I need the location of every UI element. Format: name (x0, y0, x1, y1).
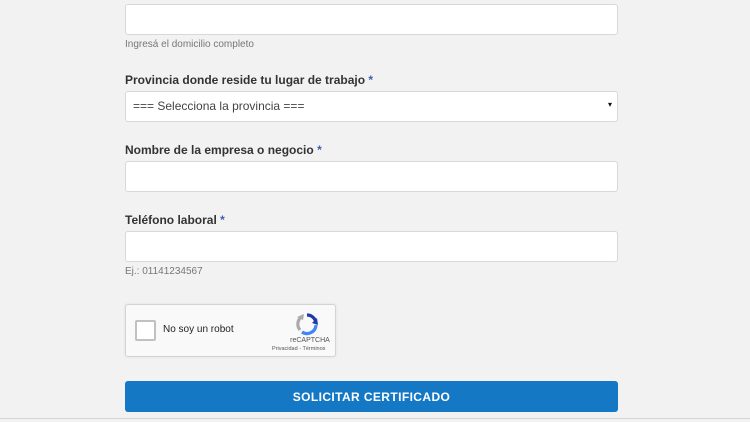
company-label-text: Nombre de la empresa o negocio (125, 143, 314, 157)
submit-button[interactable]: SOLICITAR CERTIFICADO (125, 381, 618, 412)
province-label: Provincia donde reside tu lugar de traba… (125, 73, 373, 87)
captcha-checkbox[interactable] (135, 320, 156, 341)
address-input[interactable] (125, 4, 618, 35)
address-help-text: Ingresá el domicilio completo (125, 39, 254, 50)
recaptcha-widget: No soy un robot reCAPTCHA Privacidad - T… (125, 304, 336, 357)
province-select[interactable]: === Selecciona la provincia === ▾ (125, 91, 618, 122)
province-label-text: Provincia donde reside tu lugar de traba… (125, 73, 366, 87)
recaptcha-links: Privacidad - Términos (272, 346, 325, 352)
terms-link[interactable]: Términos (302, 346, 325, 352)
phone-help-text: Ej.: 01141234567 (125, 266, 203, 277)
required-marker: * (317, 143, 322, 157)
company-label: Nombre de la empresa o negocio * (125, 143, 322, 157)
phone-label-text: Teléfono laboral (125, 213, 217, 227)
province-selected-value: === Selecciona la provincia === (133, 99, 305, 113)
required-marker: * (220, 213, 225, 227)
phone-input[interactable] (125, 231, 618, 262)
phone-label: Teléfono laboral * (125, 213, 225, 227)
chevron-down-icon: ▾ (607, 100, 612, 109)
recaptcha-icon (296, 313, 318, 336)
recaptcha-brand: reCAPTCHA (290, 337, 330, 344)
page-divider (0, 418, 750, 419)
required-marker: * (368, 73, 374, 87)
captcha-label: No soy un robot (163, 324, 234, 335)
privacy-link[interactable]: Privacidad (272, 346, 298, 352)
company-input[interactable] (125, 161, 618, 192)
